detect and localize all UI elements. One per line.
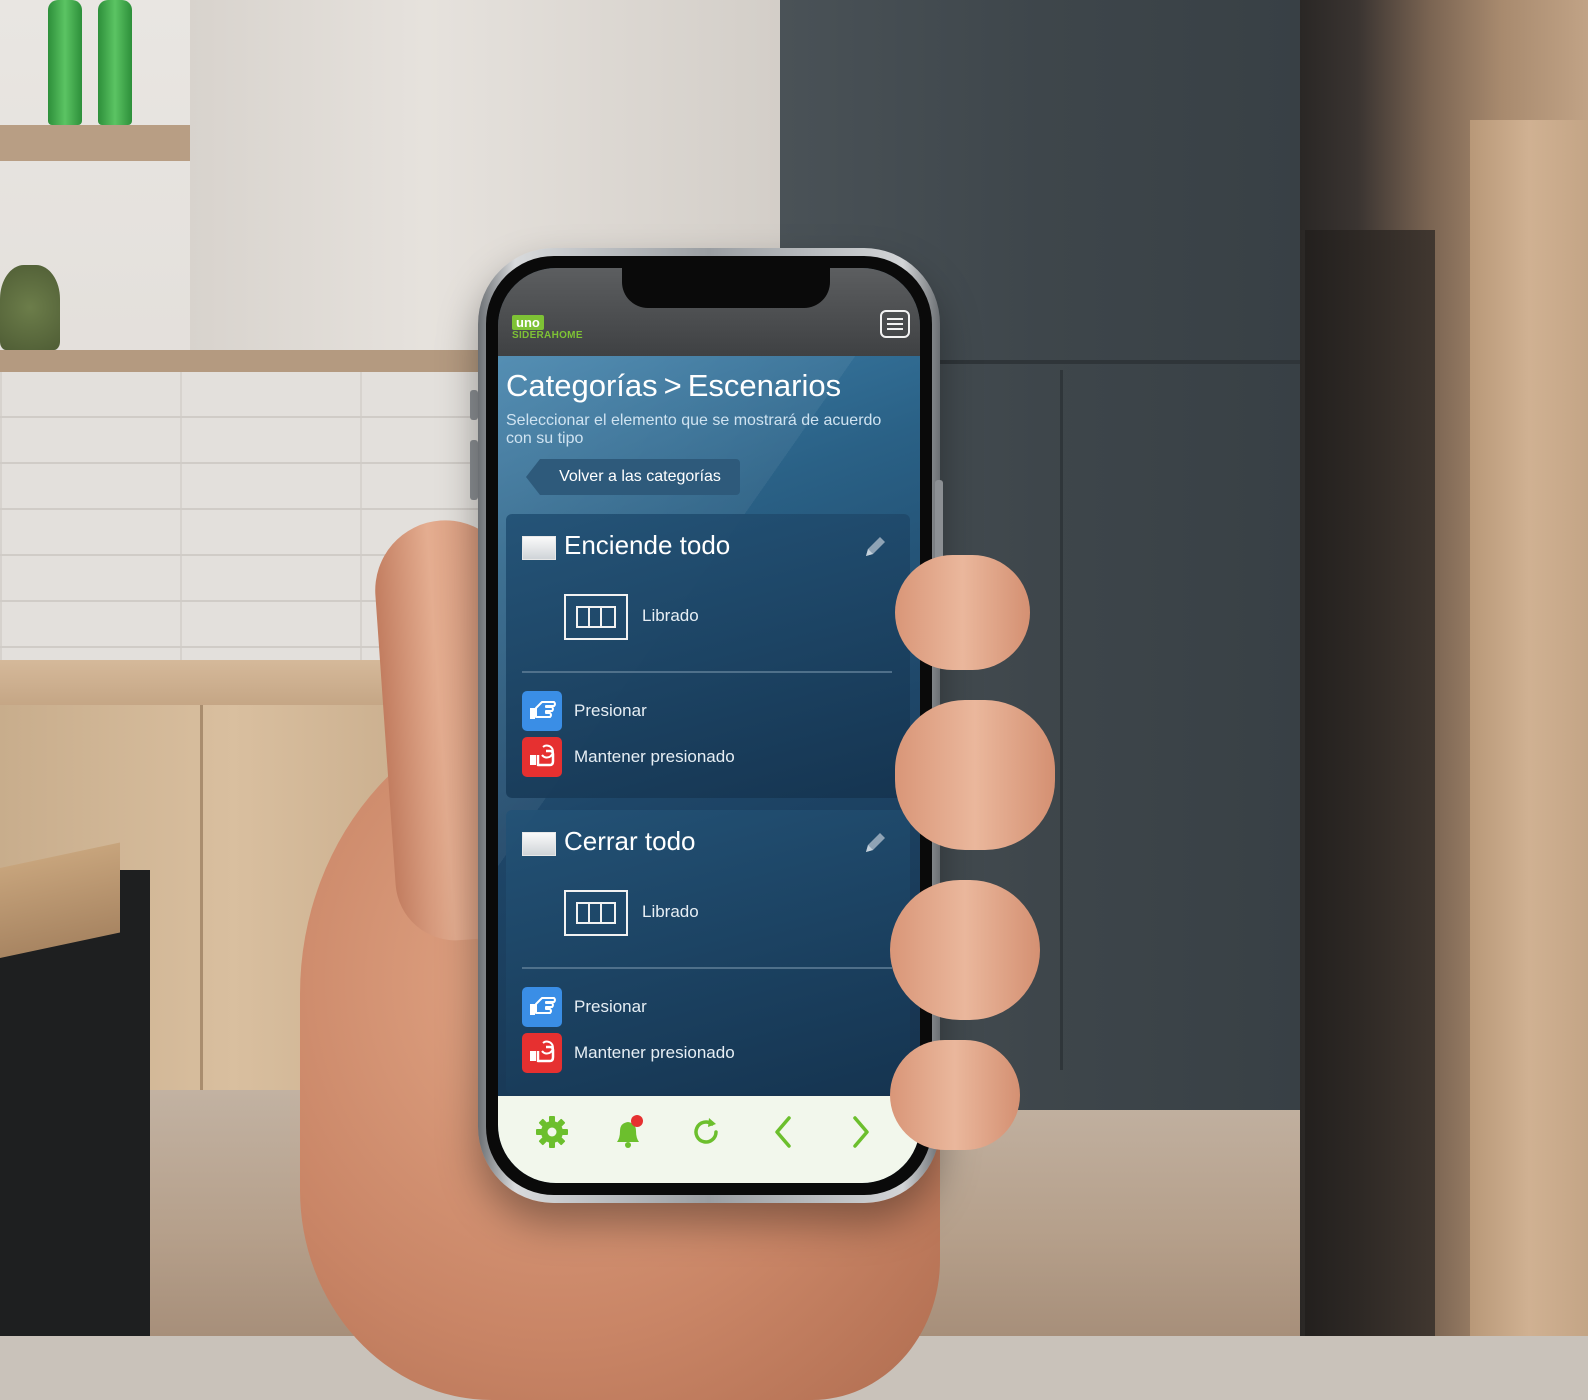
hold-hand-icon[interactable] bbox=[522, 1033, 562, 1073]
press-hand-icon[interactable] bbox=[522, 987, 562, 1027]
switch-panel-icon bbox=[564, 890, 628, 936]
phone-side-button bbox=[935, 480, 943, 560]
green-bottle bbox=[98, 0, 132, 125]
shelf bbox=[0, 125, 190, 161]
gear-icon[interactable] bbox=[532, 1112, 572, 1152]
device-label: Librado bbox=[642, 902, 699, 921]
hold-action[interactable]: Mantener presionado bbox=[522, 737, 902, 777]
glass-door bbox=[1305, 230, 1435, 1336]
chevron-left-icon[interactable] bbox=[764, 1112, 804, 1152]
scene-card[interactable]: Enciende todo Librado Presionar Mantener pr… bbox=[506, 514, 910, 798]
press-action[interactable]: Presionar bbox=[522, 691, 902, 731]
press-hand-icon[interactable] bbox=[522, 691, 562, 731]
device-label: Librado bbox=[642, 606, 699, 625]
hand-finger bbox=[890, 880, 1040, 1020]
shelf bbox=[0, 350, 480, 372]
card-divider bbox=[522, 967, 892, 969]
action-label: Presionar bbox=[574, 997, 647, 1016]
hold-hand-icon[interactable] bbox=[522, 737, 562, 777]
smartphone: uno SIDERAHOME Categorías > Escenarios Sel… bbox=[478, 248, 940, 1203]
scene-title: Cerrar todo bbox=[564, 826, 696, 856]
hand-finger bbox=[895, 555, 1030, 670]
hand-finger bbox=[890, 1040, 1020, 1150]
page-title: Escenarios bbox=[687, 368, 842, 403]
switch-panel-icon bbox=[564, 594, 628, 640]
bell-alert-icon[interactable] bbox=[608, 1112, 648, 1152]
press-action[interactable]: Presionar bbox=[522, 987, 902, 1027]
back-to-categories-button[interactable]: Volver a las categorías bbox=[526, 459, 740, 495]
action-label: Mantener presionado bbox=[574, 747, 735, 766]
scene-icon bbox=[522, 536, 556, 560]
app-logo: uno SIDERAHOME bbox=[512, 314, 583, 341]
cabinet-seam bbox=[1060, 370, 1063, 1070]
hamburger-menu-icon[interactable] bbox=[880, 310, 910, 338]
breadcrumb-root[interactable]: Categorías bbox=[506, 368, 658, 403]
hand-finger bbox=[895, 700, 1055, 850]
refresh-icon[interactable] bbox=[686, 1112, 726, 1152]
bottom-nav-bar bbox=[498, 1096, 920, 1183]
page-subtitle: Seleccionar el elemento que se mostrará … bbox=[506, 412, 882, 447]
scene-icon bbox=[522, 832, 556, 856]
breadcrumb: Categorías > Escenarios bbox=[506, 368, 841, 404]
card-divider bbox=[522, 671, 892, 673]
scene-title: Enciende todo bbox=[564, 530, 731, 560]
wood-frame bbox=[1470, 120, 1588, 1336]
cabinet-seam bbox=[200, 705, 203, 1095]
breadcrumb-separator-icon: > bbox=[663, 368, 682, 403]
pencil-edit-icon[interactable] bbox=[862, 830, 888, 856]
plant bbox=[0, 265, 60, 350]
phone-side-button bbox=[470, 440, 478, 500]
logo-text: SIDERAHOME bbox=[512, 330, 583, 341]
chevron-right-icon[interactable] bbox=[840, 1112, 880, 1152]
phone-notch bbox=[622, 268, 830, 308]
action-label: Presionar bbox=[574, 701, 647, 720]
logo-mark: uno bbox=[512, 315, 544, 330]
green-bottle bbox=[48, 0, 82, 125]
pencil-edit-icon[interactable] bbox=[862, 534, 888, 560]
hold-action[interactable]: Mantener presionado bbox=[522, 1033, 902, 1073]
phone-screen: uno SIDERAHOME Categorías > Escenarios Sel… bbox=[498, 268, 920, 1183]
phone-side-button bbox=[470, 390, 478, 420]
scene-card[interactable]: Cerrar todo Librado Presionar Mantener pres… bbox=[506, 810, 910, 1094]
action-label: Mantener presionado bbox=[574, 1043, 735, 1062]
